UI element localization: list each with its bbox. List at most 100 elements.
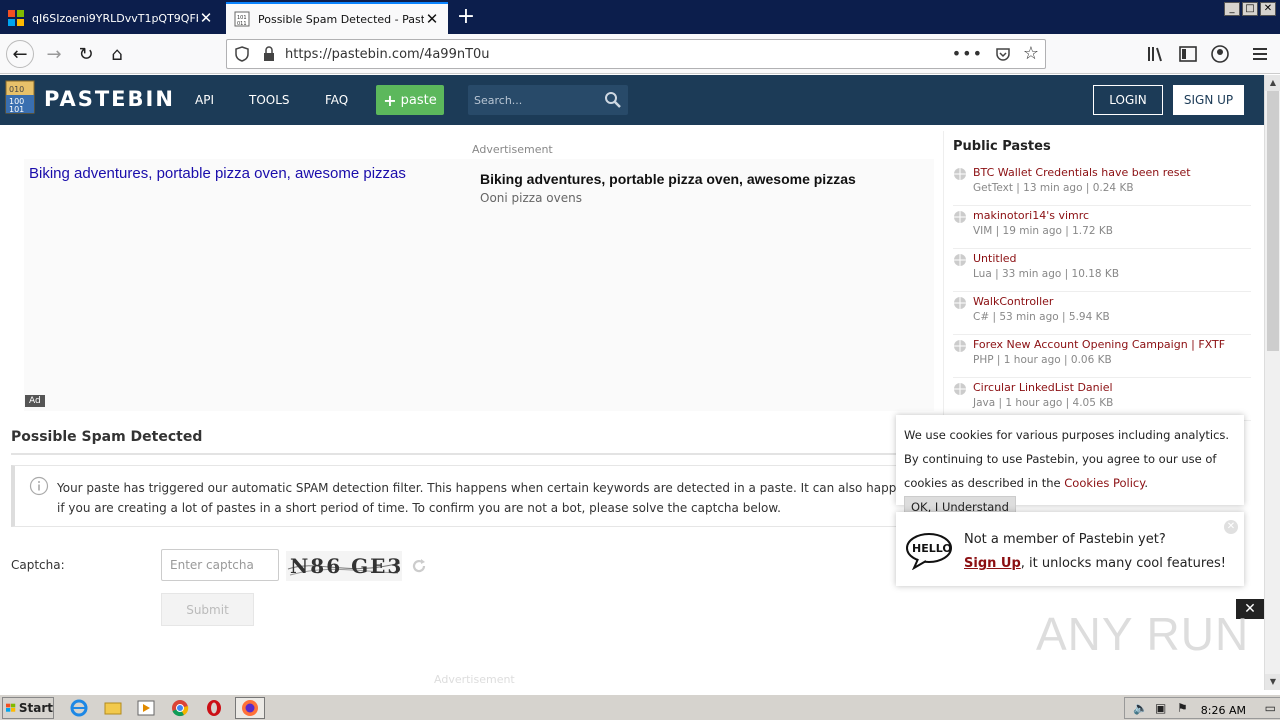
search-input[interactable]	[474, 91, 594, 109]
lock-icon[interactable]	[263, 46, 275, 62]
search-box	[468, 85, 628, 115]
scroll-up-icon[interactable]: ▲	[1265, 75, 1280, 91]
scroll-down-icon[interactable]: ▼	[1265, 674, 1280, 690]
maximize-icon[interactable]: □	[1242, 2, 1258, 16]
ad-title[interactable]: Biking adventures, portable pizza oven, …	[480, 171, 856, 187]
tab-close-icon[interactable]: ✕	[424, 10, 440, 28]
nav-faq[interactable]: FAQ	[325, 93, 348, 107]
pastebin-logo-icon[interactable]: 010 100 101	[4, 79, 38, 117]
svg-text:101: 101	[9, 105, 24, 114]
captcha-input[interactable]	[161, 549, 279, 581]
sidebar-divider	[943, 131, 944, 421]
paste-title-link[interactable]: makinotori14's vimrc	[973, 209, 1089, 222]
reload-icon[interactable]: ↻	[72, 40, 100, 68]
info-icon	[29, 476, 49, 496]
list-item: makinotori14's vimrc VIM | 19 min ago | …	[953, 206, 1251, 249]
captcha-label: Captcha:	[11, 558, 65, 572]
window-controls: _ □ ✕	[1224, 2, 1276, 16]
new-paste-button[interactable]: + paste	[376, 85, 444, 115]
paste-title-link[interactable]: Forex New Account Opening Campaign | FXT…	[973, 338, 1225, 351]
svg-text:010: 010	[9, 85, 24, 94]
paste-meta: Java | 1 hour ago | 4.05 KB	[973, 397, 1114, 409]
list-item: Forex New Account Opening Campaign | FXT…	[953, 335, 1251, 378]
cookie-banner: We use cookies for various purposes incl…	[896, 415, 1244, 518]
advertisement-banner[interactable]: Biking adventures, portable pizza oven, …	[24, 159, 934, 411]
tab-title: Possible Spam Detected - Pastebin	[258, 12, 424, 26]
spam-notice: Your paste has triggered our automatic S…	[11, 465, 931, 527]
member-signup-link[interactable]: Sign Up	[964, 556, 1021, 571]
pastebin-brand[interactable]: PASTEBIN	[44, 87, 175, 111]
windows-taskbar: Start 🔈 ▣ ⚑ 8:26 AM ▭	[0, 694, 1280, 720]
paste-meta: GetText | 13 min ago | 0.24 KB	[973, 182, 1134, 194]
globe-icon	[954, 383, 966, 395]
taskbar-clock: 8:26 AM	[1200, 704, 1246, 717]
url-bar[interactable]: https://pastebin.com/4a99nT0u ••• ☆	[226, 39, 1046, 69]
signup-button[interactable]: SIGN UP	[1173, 85, 1244, 115]
scroll-thumb[interactable]	[1267, 91, 1279, 351]
plus-icon: +	[383, 90, 397, 110]
cookie-text: We use cookies for various purposes incl…	[904, 423, 1244, 519]
title-divider	[11, 453, 931, 455]
globe-icon	[954, 340, 966, 352]
paste-meta: VIM | 19 min ago | 1.72 KB	[973, 225, 1113, 237]
internet-explorer-icon[interactable]	[70, 699, 88, 717]
paste-title-link[interactable]: WalkController	[973, 295, 1053, 308]
firefox-icon[interactable]	[241, 699, 259, 717]
vertical-scrollbar[interactable]: ▲ ▼	[1264, 75, 1280, 690]
library-icon[interactable]	[1146, 44, 1166, 64]
volume-icon[interactable]: 🔈	[1133, 701, 1148, 715]
home-icon[interactable]: ⌂	[103, 40, 131, 68]
forward-arrow-icon[interactable]: →	[40, 40, 68, 68]
opera-icon[interactable]	[205, 699, 223, 717]
nav-api[interactable]: API	[195, 93, 214, 107]
advertisement-bottom-label: Advertisement	[434, 673, 515, 686]
network-icon[interactable]: ▣	[1155, 701, 1166, 715]
minimize-icon[interactable]: _	[1224, 2, 1240, 16]
show-desktop-icon[interactable]: ▭	[1265, 701, 1276, 715]
new-tab-icon[interactable]: +	[452, 4, 480, 30]
chrome-icon[interactable]	[171, 699, 189, 717]
advertisement-label: Advertisement	[472, 143, 553, 156]
search-icon[interactable]	[604, 91, 622, 109]
submit-button[interactable]: Submit	[161, 593, 254, 626]
ad-subtitle[interactable]: Ooni pizza ovens	[480, 191, 582, 205]
refresh-captcha-icon[interactable]	[410, 557, 428, 575]
window-close-icon[interactable]: ✕	[1260, 2, 1276, 16]
browser-tab-captcha[interactable]: qI6SIzoeni9YRLDvvT1pQT9QFbhpFt ✕	[0, 2, 222, 34]
nav-tools[interactable]: TOOLS	[249, 93, 290, 107]
anyrun-watermark: ANY RUN	[1036, 608, 1250, 660]
paste-title-link[interactable]: Circular LinkedList Daniel	[973, 381, 1113, 394]
paste-title-link[interactable]: BTC Wallet Credentials have been reset	[973, 166, 1191, 179]
sidebar-toggle-icon[interactable]	[1178, 44, 1198, 64]
ad-headline-link[interactable]: Biking adventures, portable pizza oven, …	[29, 165, 406, 182]
start-button[interactable]: Start	[2, 697, 54, 719]
close-member-prompt-icon[interactable]: ✕	[1224, 520, 1238, 534]
list-item: Untitled Lua | 33 min ago | 10.18 KB	[953, 249, 1251, 292]
tab-close-icon[interactable]: ✕	[198, 9, 214, 27]
flag-icon[interactable]: ⚑	[1177, 701, 1188, 715]
browser-tab-pastebin[interactable]: 101011 Possible Spam Detected - Pastebin…	[226, 2, 448, 34]
paste-meta: Lua | 33 min ago | 10.18 KB	[973, 268, 1120, 280]
folder-icon[interactable]	[104, 699, 122, 717]
cookies-policy-link[interactable]: Cookies Policy	[1064, 476, 1144, 490]
media-player-icon[interactable]	[137, 699, 155, 717]
account-icon[interactable]	[1210, 44, 1230, 64]
login-button[interactable]: LOGIN	[1093, 85, 1163, 115]
hamburger-menu-icon[interactable]	[1250, 44, 1270, 64]
list-item: BTC Wallet Credentials have been reset G…	[953, 163, 1251, 206]
member-line1: Not a member of Pastebin yet?	[964, 532, 1166, 547]
shield-icon[interactable]	[235, 46, 249, 62]
pastebin-header: 010 100 101 PASTEBIN API TOOLS FAQ + pas…	[0, 75, 1264, 125]
notice-text: Your paste has triggered our automatic S…	[57, 481, 912, 515]
tab-title: qI6SIzoeni9YRLDvvT1pQT9QFbhpFt	[32, 11, 198, 25]
globe-icon	[954, 168, 966, 180]
hello-speech-bubble-icon: HELLO	[906, 533, 952, 570]
url-text[interactable]: https://pastebin.com/4a99nT0u	[285, 47, 490, 62]
paste-title-link[interactable]: Untitled	[973, 252, 1017, 265]
paste-meta: PHP | 1 hour ago | 0.06 KB	[973, 354, 1112, 366]
bookmark-star-icon[interactable]: ☆	[1023, 43, 1039, 64]
page-actions-icon[interactable]: •••	[952, 44, 983, 63]
windows-start-icon	[6, 703, 16, 712]
pocket-icon[interactable]	[995, 46, 1011, 62]
back-arrow-icon[interactable]: ←	[6, 40, 34, 68]
